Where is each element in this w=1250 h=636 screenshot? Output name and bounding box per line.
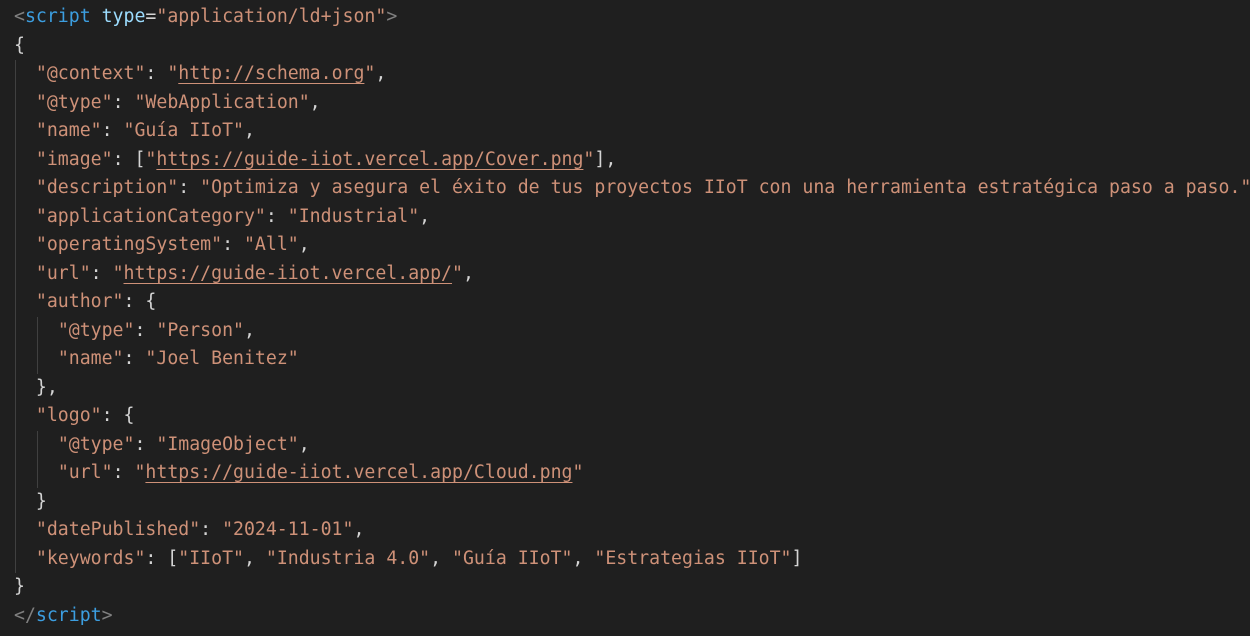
indent-guide [14,259,16,288]
json-key: "author" [35,291,124,312]
indent-guide [14,345,16,374]
url-link[interactable]: https://guide-iiot.vercel.app/Cloud.png [145,462,572,483]
code-block: <script type="application/ld+json"> { "@… [14,3,1250,630]
json-string-value: "2024-11-01" [222,519,354,540]
tag-bracket-open: </ [14,604,36,626]
indent-guide [14,60,16,89]
code-line-script-close: </script> [14,602,1250,631]
code-line: "name": "Guía IIoT", [14,117,1250,146]
indent-guide [14,373,16,402]
indent-guide [36,430,38,459]
json-key: "keywords" [35,547,146,569]
indent-guide [14,316,16,345]
json-key: "name" [57,348,124,369]
indent-guide [14,544,16,573]
json-string-value: "Guía IIoT" [123,120,244,141]
json-string-value: "Joel Benitez" [145,348,299,369]
brace-open: { [14,34,25,56]
json-key: "logo" [35,405,102,426]
json-string-value: "Industrial" [287,205,420,227]
json-key: "operatingSystem" [35,234,223,255]
json-key: "@type" [57,319,135,341]
json-string-value: "WebApplication" [134,91,310,113]
code-line: "@type": "Person", [14,316,1250,345]
json-key: "applicationCategory" [35,205,266,227]
tag-bracket-close: > [101,604,113,626]
indent-guide [14,430,16,459]
code-line: } [14,487,1250,516]
indent-guide [14,145,16,174]
brace-close: }, [35,376,58,398]
code-line-script-open: <script type="application/ld+json"> [14,3,1250,32]
json-key: "@context" [35,63,146,84]
indent-guide [14,88,16,117]
url-link[interactable]: https://guide-iiot.vercel.app/ [124,263,453,284]
json-string-value: "Optimiza y asegura el éxito de tus proy… [200,177,1250,198]
code-line: "applicationCategory": "Industrial", [14,202,1250,231]
indent-guide [14,402,16,431]
indent-guide [36,459,38,488]
attribute-value: "application/ld+json" [156,6,387,27]
code-line: { [14,32,1250,61]
code-editor[interactable]: <script type="application/ld+json"> { "@… [0,0,1250,636]
indent-guide [14,288,16,317]
json-key: "image" [35,148,113,170]
json-key: "@type" [35,91,113,113]
code-line: "datePublished": "2024-11-01", [14,516,1250,545]
code-line: "@context": "http://schema.org", [14,60,1250,89]
json-key: "datePublished" [35,519,201,540]
json-key: "description" [35,177,179,198]
json-key: "url" [35,262,91,284]
code-line: "description": "Optimiza y asegura el éx… [14,174,1250,203]
attribute-equals: = [145,6,157,27]
code-line: } [14,573,1250,602]
brace-close: } [14,576,25,597]
json-key: "url" [57,462,113,483]
indent-guide [14,459,16,488]
keyword-item: "Industria 4.0" [265,547,431,569]
code-line: "keywords": ["IIoT", "Industria 4.0", "G… [14,544,1250,573]
indent-guide [14,117,16,146]
url-link[interactable]: http://schema.org [178,63,364,84]
keyword-item: "Estrategias IIoT" [594,547,792,569]
attribute-name: type [101,6,146,27]
json-string-value: "ImageObject" [156,433,299,455]
code-line: }, [14,373,1250,402]
code-line: "@type": "ImageObject", [14,430,1250,459]
indent-guide [14,516,16,545]
code-line: "logo": { [14,402,1250,431]
brace-close: } [35,490,47,512]
keyword-item: "Guía IIoT" [452,547,573,569]
code-line: "url": "https://guide-iiot.vercel.app/Cl… [14,459,1250,488]
json-string-value: "Person" [156,319,244,341]
json-key: "@type" [57,433,135,455]
indent-guide [14,174,16,203]
code-line: "url": "https://guide-iiot.vercel.app/", [14,259,1250,288]
url-link[interactable]: https://guide-iiot.vercel.app/Cover.png [156,149,583,170]
code-line: "operatingSystem": "All", [14,231,1250,260]
code-line: "author": { [14,288,1250,317]
code-line: "image": ["https://guide-iiot.vercel.app… [14,145,1250,174]
code-line: "name": "Joel Benitez" [14,345,1250,374]
code-line: "@type": "WebApplication", [14,88,1250,117]
indent-guide [14,202,16,231]
json-string-value: "All" [243,234,299,255]
indent-guide [36,345,38,374]
indent-guide [14,487,16,516]
tag-name: script [24,6,91,27]
indent-guide [14,231,16,260]
tag-bracket-open: < [14,6,25,27]
json-key: "name" [35,120,102,141]
keyword-item: "IIoT" [178,547,244,569]
tag-bracket-close: > [386,6,398,27]
indent-guide [36,316,38,345]
tag-name: script [35,604,102,626]
